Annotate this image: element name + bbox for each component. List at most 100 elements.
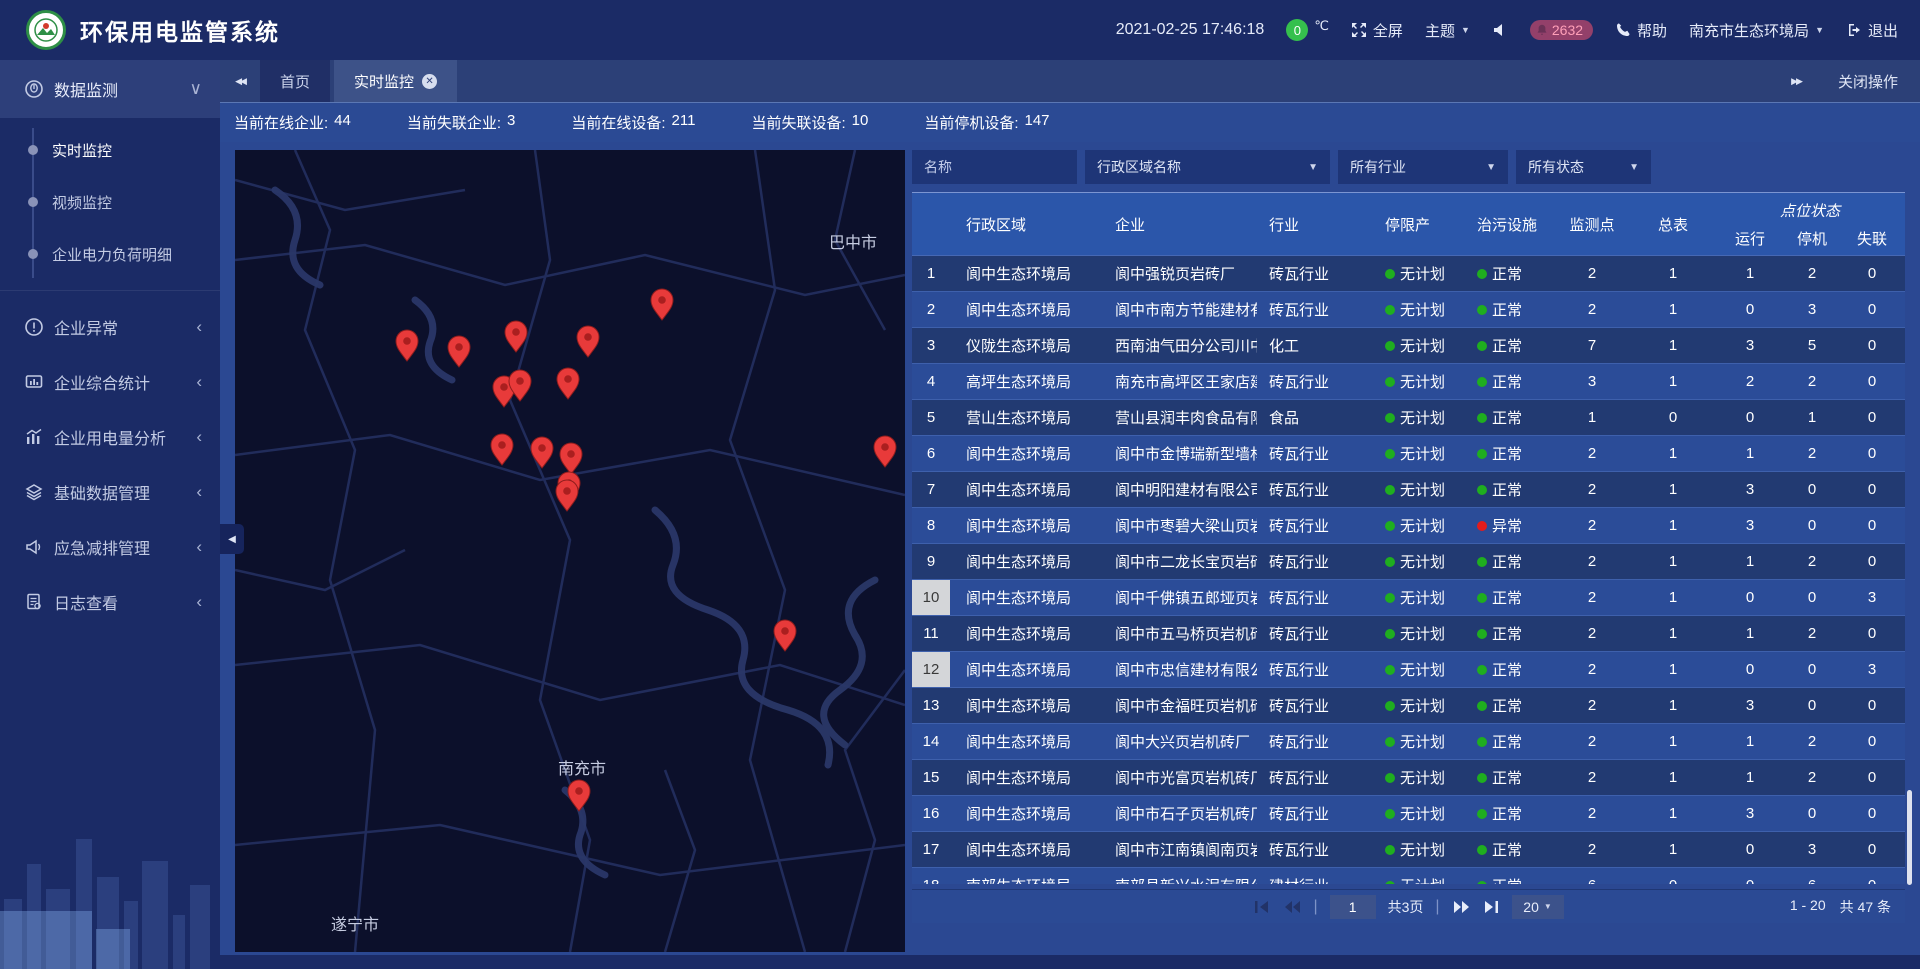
map-pin[interactable] bbox=[557, 368, 579, 399]
table-row[interactable]: 13阆中生态环境局阆中市金福旺页岩机砖砖瓦行业无计划正常21300 bbox=[912, 688, 1905, 724]
pager-prev-icon[interactable] bbox=[1283, 899, 1301, 915]
col-total-meters: 总表 bbox=[1631, 193, 1715, 255]
cell-industry: 砖瓦行业 bbox=[1257, 724, 1369, 759]
map-pin[interactable] bbox=[396, 330, 418, 361]
sidebar-group-企业用电量分析[interactable]: 企业用电量分析‹ bbox=[0, 409, 220, 464]
table-row[interactable]: 1阆中生态环境局阆中强锐页岩砖厂砖瓦行业无计划正常21120 bbox=[912, 256, 1905, 292]
cell-production-limit: 无计划 bbox=[1369, 832, 1461, 867]
tab-scroll-left-icon[interactable]: ◀◀ bbox=[220, 60, 260, 102]
page-size-select[interactable]: 20 ▼ bbox=[1512, 895, 1564, 919]
table-row[interactable]: 17阆中生态环境局阆中市江南镇阆南页岩砖瓦行业无计划正常21030 bbox=[912, 832, 1905, 868]
cell-company: 阆中市南方节能建材有 bbox=[1095, 292, 1257, 327]
cell-production-limit: 无计划 bbox=[1369, 436, 1461, 471]
logout-button[interactable]: 退出 bbox=[1846, 20, 1898, 41]
sidebar-item-企业电力负荷明细[interactable]: 企业电力负荷明细 bbox=[0, 228, 220, 280]
cell-company: 营山县润丰肉食品有限 bbox=[1095, 400, 1257, 435]
table-row[interactable]: 10阆中生态环境局阆中千佛镇五郎垭页岩砖瓦行业无计划正常21003 bbox=[912, 580, 1905, 616]
status-dot-icon bbox=[1385, 629, 1395, 639]
stat-value: 3 bbox=[507, 112, 515, 133]
fullscreen-button[interactable]: 全屏 bbox=[1351, 20, 1403, 41]
status-select[interactable]: 所有状态 ▼ bbox=[1516, 150, 1651, 184]
close-operations-button[interactable]: 关闭操作 bbox=[1816, 71, 1920, 92]
sidebar-group-基础数据管理[interactable]: 基础数据管理‹ bbox=[0, 464, 220, 519]
map-pin[interactable] bbox=[568, 780, 590, 811]
name-search-input[interactable] bbox=[912, 150, 1077, 184]
table-row[interactable]: 15阆中生态环境局阆中市光富页岩机砖厂砖瓦行业无计划正常21120 bbox=[912, 760, 1905, 796]
industry-select[interactable]: 所有行业 ▼ bbox=[1338, 150, 1508, 184]
pager-first-icon[interactable] bbox=[1253, 899, 1271, 915]
table-row[interactable]: 11阆中生态环境局阆中市五马桥页岩机砖砖瓦行业无计划正常21120 bbox=[912, 616, 1905, 652]
fullscreen-label: 全屏 bbox=[1373, 20, 1403, 41]
table-row[interactable]: 12阆中生态环境局阆中市忠信建材有限公砖瓦行业无计划正常21003 bbox=[912, 652, 1905, 688]
table-scrollbar[interactable] bbox=[1907, 790, 1912, 885]
map-pin[interactable] bbox=[560, 443, 582, 474]
pager-next-icon[interactable] bbox=[1452, 899, 1470, 915]
status-dot-icon bbox=[1477, 449, 1487, 459]
map-pin[interactable] bbox=[505, 321, 527, 352]
cell-total-meters: 1 bbox=[1631, 796, 1715, 831]
col-region: 行政区域 bbox=[950, 193, 1095, 255]
cell-region: 阆中生态环境局 bbox=[950, 616, 1095, 651]
table-row[interactable]: 2阆中生态环境局阆中市南方节能建材有砖瓦行业无计划正常21030 bbox=[912, 292, 1905, 328]
cell-pollution-control: 正常 bbox=[1461, 544, 1553, 579]
theme-dropdown[interactable]: 主题 ▼ bbox=[1425, 20, 1470, 41]
map-pin[interactable] bbox=[448, 336, 470, 367]
cell-production-limit: 无计划 bbox=[1369, 508, 1461, 543]
notification-badge[interactable]: 2632 bbox=[1530, 20, 1593, 40]
sidebar-group-数据监测[interactable]: 数据监测∨ bbox=[0, 60, 220, 118]
table-row[interactable]: 6阆中生态环境局阆中市金博瑞新型墙材砖瓦行业无计划正常21120 bbox=[912, 436, 1905, 472]
cell-industry: 砖瓦行业 bbox=[1257, 436, 1369, 471]
sidebar-collapse-button[interactable]: ◀ bbox=[220, 524, 244, 554]
map-panel[interactable]: 巴中市南充市遂宁市 bbox=[235, 150, 905, 952]
cell-pollution-control: 正常 bbox=[1461, 400, 1553, 435]
status-dot-icon bbox=[1477, 557, 1487, 567]
temperature: 0 ℃ bbox=[1286, 19, 1329, 41]
sidebar-group-日志查看[interactable]: 日志查看‹ bbox=[0, 574, 220, 629]
tab-scroll-right-icon[interactable]: ▶▶ bbox=[1776, 76, 1816, 87]
map-pin[interactable] bbox=[531, 437, 553, 468]
status-dot-icon bbox=[1477, 845, 1487, 855]
sidebar-group-label: 企业用电量分析 bbox=[54, 425, 196, 449]
chevron-collapsed-icon: ‹ bbox=[196, 537, 202, 557]
map-pin[interactable] bbox=[874, 436, 896, 467]
help-button[interactable]: 帮助 bbox=[1615, 20, 1667, 41]
tab-close-icon[interactable]: ✕ bbox=[422, 74, 437, 89]
map-pin[interactable] bbox=[577, 326, 599, 357]
tab-首页[interactable]: 首页 bbox=[260, 60, 330, 102]
cell-monitor-points: 2 bbox=[1553, 292, 1631, 327]
page-number-input[interactable]: 1 bbox=[1330, 895, 1376, 919]
sidebar-group-应急减排管理[interactable]: 应急减排管理‹ bbox=[0, 519, 220, 574]
sidebar-group-企业异常[interactable]: 企业异常‹ bbox=[0, 299, 220, 354]
table-row[interactable]: 4高坪生态环境局南充市高坪区王家店建砖瓦行业无计划正常31220 bbox=[912, 364, 1905, 400]
org-dropdown[interactable]: 南充市生态环境局 ▼ bbox=[1689, 20, 1824, 41]
region-select[interactable]: 行政区域名称 ▼ bbox=[1085, 150, 1330, 184]
audio-button[interactable] bbox=[1492, 22, 1508, 38]
table-row[interactable]: 3仪陇生态环境局西南油气田分公司川中化工无计划正常71350 bbox=[912, 328, 1905, 364]
map-pin[interactable] bbox=[556, 480, 578, 511]
table-row[interactable]: 18南部生态环境局南部县新兴水泥有限公建材行业无计划正常60060 bbox=[912, 868, 1905, 884]
cell-company: 阆中市光富页岩机砖厂 bbox=[1095, 760, 1257, 795]
cell-production-limit: 无计划 bbox=[1369, 652, 1461, 687]
table-row[interactable]: 16阆中生态环境局阆中市石子页岩机砖厂砖瓦行业无计划正常21300 bbox=[912, 796, 1905, 832]
map-pin[interactable] bbox=[774, 620, 796, 651]
table-row[interactable]: 5营山生态环境局营山县润丰肉食品有限食品无计划正常10010 bbox=[912, 400, 1905, 436]
status-text: 无计划 bbox=[1400, 479, 1445, 500]
cell-region: 仪陇生态环境局 bbox=[950, 328, 1095, 363]
cell-pollution-control: 正常 bbox=[1461, 652, 1553, 687]
tab-实时监控[interactable]: 实时监控✕ bbox=[334, 60, 457, 102]
sidebar-item-实时监控[interactable]: 实时监控 bbox=[0, 124, 220, 176]
sidebar-item-视频监控[interactable]: 视频监控 bbox=[0, 176, 220, 228]
map-pin[interactable] bbox=[491, 434, 513, 465]
map-pin[interactable] bbox=[651, 289, 673, 320]
table-row[interactable]: 7阆中生态环境局阆中明阳建材有限公司砖瓦行业无计划正常21300 bbox=[912, 472, 1905, 508]
sidebar-group-企业综合统计[interactable]: 企业综合统计‹ bbox=[0, 354, 220, 409]
cell-offline: 0 bbox=[1839, 256, 1905, 291]
pager-last-icon[interactable] bbox=[1482, 899, 1500, 915]
sidebar: 数据监测∨实时监控视频监控企业电力负荷明细企业异常‹企业综合统计‹企业用电量分析… bbox=[0, 60, 220, 969]
table-row[interactable]: 9阆中生态环境局阆中市二龙长宝页岩砖砖瓦行业无计划正常21120 bbox=[912, 544, 1905, 580]
table-row[interactable]: 8阆中生态环境局阆中市枣碧大梁山页岩砖瓦行业无计划异常21300 bbox=[912, 508, 1905, 544]
row-number: 1 bbox=[912, 256, 950, 291]
table-row[interactable]: 14阆中生态环境局阆中大兴页岩机砖厂砖瓦行业无计划正常21120 bbox=[912, 724, 1905, 760]
cell-stopped: 0 bbox=[1785, 472, 1839, 507]
cell-total-meters: 1 bbox=[1631, 688, 1715, 723]
